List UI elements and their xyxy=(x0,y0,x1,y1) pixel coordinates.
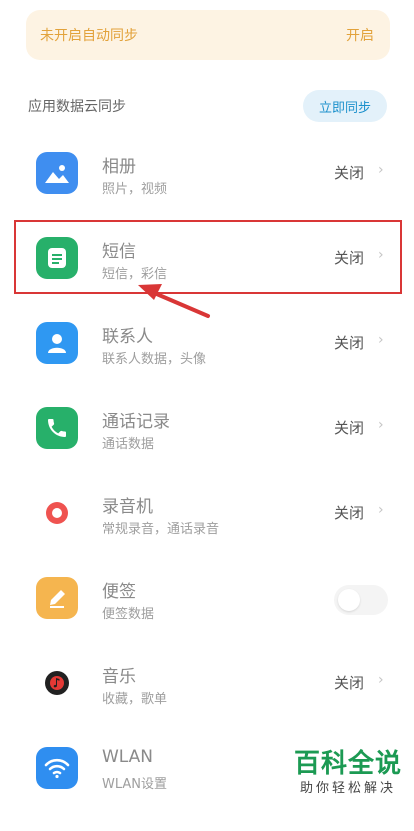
watermark-title: 百科全说 xyxy=(293,749,402,779)
auto-sync-banner[interactable]: 未开启自动同步 开启 xyxy=(26,10,390,60)
item-status: 关闭 xyxy=(334,164,365,182)
chevron-right-icon: › xyxy=(378,162,384,178)
item-name: 相册 xyxy=(102,157,136,177)
recorder-icon xyxy=(36,492,78,534)
watermark-subtitle: 助你轻松解决 xyxy=(299,781,396,796)
music-icon xyxy=(36,662,78,704)
item-status: 关闭 xyxy=(334,504,365,522)
list-item-contacts[interactable]: 联系人 联系人数据，头像 关闭 › xyxy=(0,322,414,406)
item-subtitle: 联系人数据，头像 xyxy=(102,352,207,367)
gallery-icon xyxy=(36,152,78,194)
item-status: 关闭 xyxy=(334,674,365,692)
list-item-notes[interactable]: 便签 便签数据 xyxy=(0,577,414,661)
phone-icon xyxy=(36,407,78,449)
item-subtitle: 收藏，歌单 xyxy=(102,692,168,707)
item-subtitle: 便签数据 xyxy=(102,607,155,622)
chevron-right-icon: › xyxy=(378,247,384,263)
item-name: 联系人 xyxy=(102,327,153,347)
chevron-right-icon: › xyxy=(378,672,384,688)
item-name: 短信 xyxy=(102,242,136,262)
item-name: 便签 xyxy=(102,582,136,602)
item-subtitle: 照片，视频 xyxy=(102,182,168,197)
item-subtitle: 常规录音，通话录音 xyxy=(102,522,220,537)
list-item-call-log[interactable]: 通话记录 通话数据 关闭 › xyxy=(0,407,414,491)
enable-auto-sync-button[interactable]: 开启 xyxy=(346,25,374,45)
toggle-knob xyxy=(338,589,360,611)
item-status: 关闭 xyxy=(334,249,365,267)
list-item-gallery[interactable]: 相册 照片，视频 关闭 › xyxy=(0,152,414,236)
item-status: 关闭 xyxy=(334,334,365,352)
message-icon xyxy=(36,237,78,279)
item-status: 关闭 xyxy=(334,419,365,437)
item-name: 录音机 xyxy=(102,497,153,517)
chevron-right-icon: › xyxy=(378,417,384,433)
item-name: WLAN xyxy=(102,747,154,767)
item-subtitle: 通话数据 xyxy=(102,437,155,452)
wifi-icon xyxy=(36,747,78,789)
contacts-icon xyxy=(36,322,78,364)
list-item-sms[interactable]: 短信 短信，彩信 关闭 › xyxy=(0,237,414,321)
list-item-recorder[interactable]: 录音机 常规录音，通话录音 关闭 › xyxy=(0,492,414,576)
item-subtitle: 短信，彩信 xyxy=(102,267,168,282)
notes-icon xyxy=(36,577,78,619)
item-name: 音乐 xyxy=(102,667,136,687)
chevron-right-icon: › xyxy=(378,332,384,348)
item-subtitle: WLAN设置 xyxy=(102,777,168,792)
item-name: 通话记录 xyxy=(102,412,170,432)
sync-now-button[interactable]: 立即同步 xyxy=(303,90,387,122)
list-item-music[interactable]: 音乐 收藏，歌单 关闭 › xyxy=(0,662,414,746)
auto-sync-status-text: 未开启自动同步 xyxy=(40,28,138,44)
watermark: 百科全说 助你轻松解决 xyxy=(286,748,410,798)
chevron-right-icon: › xyxy=(378,502,384,518)
notes-sync-toggle[interactable] xyxy=(334,585,388,615)
section-title: 应用数据云同步 xyxy=(28,99,126,115)
